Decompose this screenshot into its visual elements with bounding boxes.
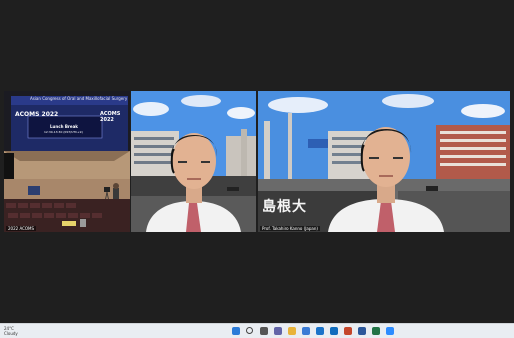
search-icon[interactable]: [246, 327, 253, 334]
word-icon[interactable]: [358, 327, 366, 335]
zoom-icon[interactable]: [386, 327, 394, 335]
store-icon[interactable]: [302, 327, 310, 335]
file-explorer-icon[interactable]: [288, 327, 296, 335]
participant-name-tag: 2022 ACOMS: [6, 226, 37, 231]
slide-logo-left: ACOMS 2022: [15, 111, 59, 118]
background-sign: 島根大: [262, 199, 307, 215]
speaker-video-frame: [131, 91, 256, 232]
weather-widget[interactable]: 24°C Cloudy: [4, 326, 18, 336]
windows-start-icon[interactable]: [232, 327, 240, 335]
slide-center-title: Lunch Break: [50, 124, 78, 129]
participant-tile-speaker-main[interactable]: 島根大 Prof. Takahiro Kanno (Japan): [258, 91, 510, 232]
participant-name-tag-main: Prof. Takahiro Kanno (Japan): [260, 226, 320, 231]
slide-logo-right: ACOMS 2022: [100, 111, 121, 123]
excel-icon[interactable]: [372, 327, 380, 335]
task-view-icon[interactable]: [260, 327, 268, 335]
participant-tile-hall[interactable]: Asian Congress of Oral and Maxillofacial…: [4, 91, 130, 232]
video-conference-window: Asian Congress of Oral and Maxillofacial…: [0, 0, 514, 323]
slide-center-subtitle: 12:30-13:30 (KST/UTC+9): [44, 130, 83, 134]
powerpoint-icon[interactable]: [344, 327, 352, 335]
weather-condition: Cloudy: [4, 331, 18, 336]
windows-taskbar: 24°C Cloudy: [0, 323, 514, 338]
participant-tile-speaker[interactable]: [131, 91, 256, 232]
slide-banner: Asian Congress of Oral and Maxillofacial…: [30, 96, 128, 101]
mail-icon[interactable]: [316, 327, 324, 335]
chat-icon[interactable]: [274, 327, 282, 335]
outlook-icon[interactable]: [330, 327, 338, 335]
